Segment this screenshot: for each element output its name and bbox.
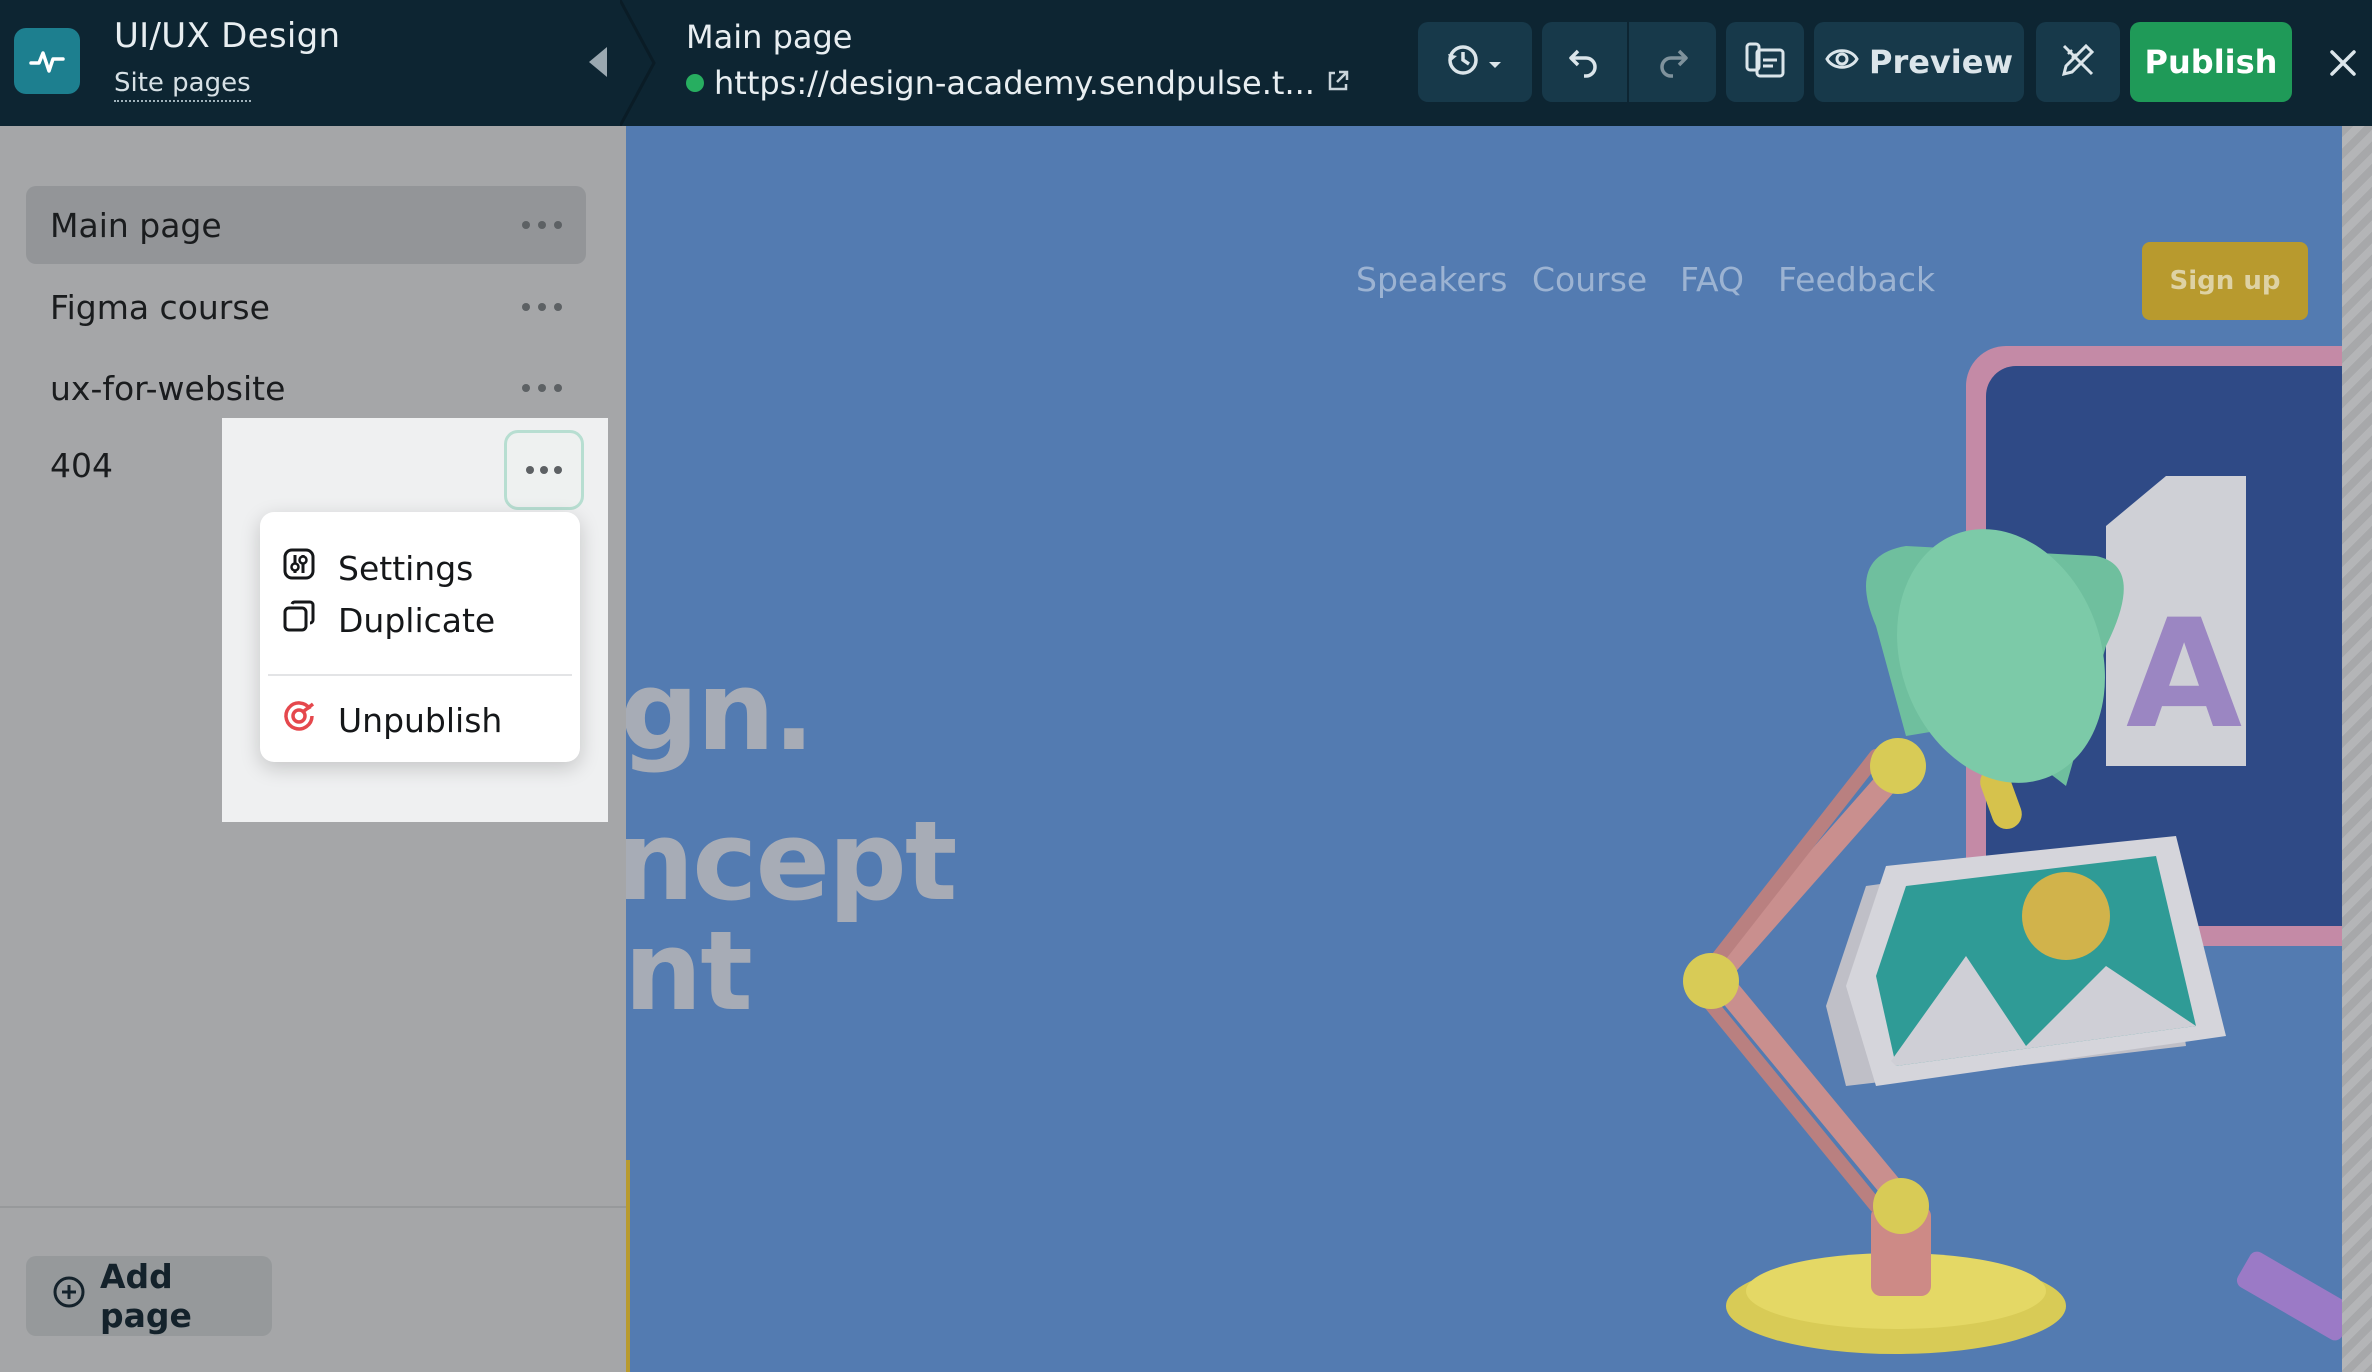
unpublish-icon [282,699,316,741]
undo-redo-group [1542,22,1716,102]
collapse-sidebar-button[interactable] [578,42,618,82]
design-tools-button[interactable] [2036,22,2120,102]
sidebar-divider [0,1206,626,1208]
history-icon [1445,40,1505,84]
redo-icon[interactable] [1629,22,1715,102]
more-options-icon[interactable] [522,295,562,319]
hero-button-edge [626,1160,630,1372]
preview-nav-feedback[interactable]: Feedback [1778,260,1935,299]
menu-item-label: Unpublish [338,700,503,740]
page-item-main[interactable]: Main page [26,186,586,264]
publish-button[interactable]: Publish [2130,22,2292,102]
page-url[interactable]: https://design-academy.sendpulse.t... [686,64,1351,102]
page-preview-canvas[interactable]: Speakers Course FAQ Feedback Sign up gn.… [626,126,2342,1372]
hero-illustration: A [1683,346,2342,1354]
menu-item-duplicate[interactable]: Duplicate [282,590,495,650]
site-title: UI/UX Design [114,16,341,56]
breadcrumb-divider [620,0,656,126]
hero-heading-line: gn. [626,647,815,775]
top-bar: UI/UX Design Site pages Main page https:… [0,0,2372,126]
current-page-title: Main page [686,18,853,56]
preview-button[interactable]: Preview [1814,22,2024,102]
device-switch-icon [1743,38,1787,86]
preview-label: Preview [1868,43,2014,81]
eye-icon [1825,43,1859,81]
preview-signup-button[interactable]: Sign up [2142,242,2308,320]
page-item-ux-for-website[interactable]: ux-for-website [26,349,586,427]
page-item-label: Figma course [50,287,270,327]
menu-item-settings[interactable]: Settings [282,538,473,598]
preview-nav-course[interactable]: Course [1532,260,1647,299]
page-item-404[interactable]: 404 [50,446,113,485]
preview-nav-faq[interactable]: FAQ [1680,260,1744,299]
menu-divider [268,674,572,676]
external-link-icon[interactable] [1325,64,1351,102]
site-pages-link[interactable]: Site pages [114,68,251,102]
menu-item-label: Settings [338,548,474,588]
page-item-label: ux-for-website [50,368,286,408]
page-context-menu: Settings Duplicate Unpublish [260,512,580,762]
svg-text:A: A [2126,588,2242,762]
history-button[interactable] [1418,22,1532,102]
pencil-ruler-icon [2058,40,2098,84]
undo-icon[interactable] [1543,22,1629,102]
page-item-label: Main page [50,205,222,245]
close-editor-icon[interactable] [2316,36,2370,90]
published-status-dot [686,74,704,92]
hero-heading-line: nt [626,907,753,1035]
hero-heading-line: ncept [626,797,957,925]
plus-circle-icon [52,1275,86,1317]
add-page-label: Add page [100,1257,192,1335]
settings-icon [282,547,316,589]
preview-nav-speakers[interactable]: Speakers [1356,260,1507,299]
menu-item-label: Duplicate [338,600,496,640]
more-options-icon[interactable] [522,376,562,400]
canvas-scroll-strip[interactable] [2342,126,2372,1372]
duplicate-icon [282,599,316,641]
menu-item-unpublish[interactable]: Unpublish [282,690,502,750]
more-options-icon[interactable] [522,213,562,237]
more-options-icon-active[interactable] [504,430,584,510]
page-url-text[interactable]: https://design-academy.sendpulse.t... [714,64,1315,102]
add-page-button[interactable]: Add page [26,1256,272,1336]
site-logo-icon[interactable] [14,28,80,94]
page-item-figma-course[interactable]: Figma course [26,268,586,346]
devices-button[interactable] [1726,22,1804,102]
